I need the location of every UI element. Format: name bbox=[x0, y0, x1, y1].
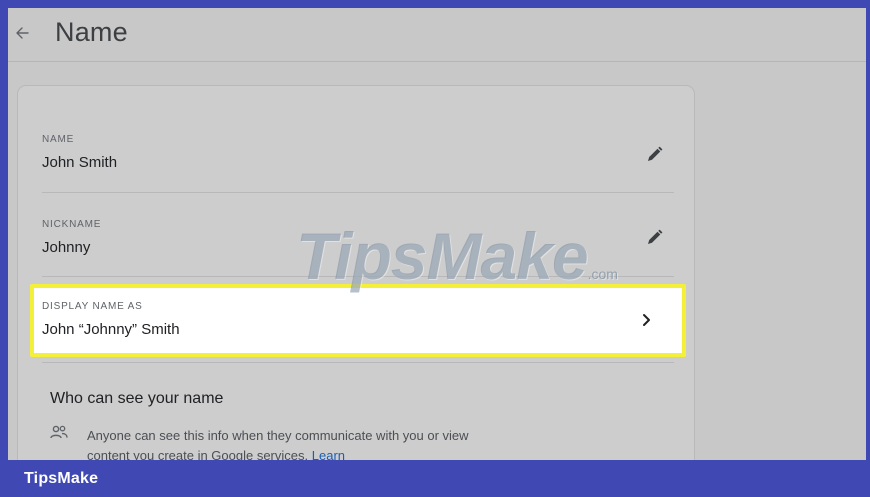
edit-nickname-button[interactable] bbox=[642, 226, 666, 250]
visibility-description: Anyone can see this info when they commu… bbox=[87, 426, 487, 460]
pencil-icon bbox=[648, 229, 663, 244]
row-divider bbox=[42, 362, 674, 363]
footer-brand: TipsMake bbox=[24, 470, 99, 487]
nickname-value: Johnny bbox=[42, 239, 91, 256]
people-icon bbox=[50, 425, 68, 439]
chevron-right-icon bbox=[643, 314, 650, 326]
nickname-label: NICKNAME bbox=[42, 219, 102, 230]
frame-left-border bbox=[0, 0, 8, 497]
page-header: Name bbox=[8, 8, 866, 62]
visibility-text: Anyone can see this info when they commu… bbox=[87, 428, 469, 460]
watermark-text: TipsMake bbox=[296, 219, 589, 293]
footer-bar: TipsMake bbox=[0, 460, 870, 497]
watermark-suffix: .com bbox=[587, 266, 618, 282]
name-settings-page: Name NAME John Smith NICKNAME Johnny Who… bbox=[8, 8, 866, 460]
frame-top-border bbox=[0, 0, 870, 8]
display-name-row[interactable]: DISPLAY NAME AS John “Johnny” Smith bbox=[30, 284, 686, 357]
name-value: John Smith bbox=[42, 154, 118, 171]
name-row[interactable]: NAME John Smith bbox=[18, 86, 696, 192]
display-name-value: John “Johnny” Smith bbox=[42, 321, 180, 338]
arrow-back-icon bbox=[16, 27, 29, 39]
frame-right-border bbox=[866, 0, 870, 460]
watermark-logo: TipsMake.com bbox=[296, 218, 618, 294]
learn-more-link[interactable]: Learn bbox=[312, 448, 345, 460]
page-title: Name bbox=[55, 17, 128, 47]
display-name-label: DISPLAY NAME AS bbox=[42, 301, 143, 312]
edit-name-button[interactable] bbox=[642, 143, 666, 167]
pencil-icon bbox=[648, 146, 663, 161]
visibility-heading: Who can see your name bbox=[50, 390, 224, 407]
back-button[interactable] bbox=[10, 18, 34, 48]
name-label: NAME bbox=[42, 134, 75, 145]
